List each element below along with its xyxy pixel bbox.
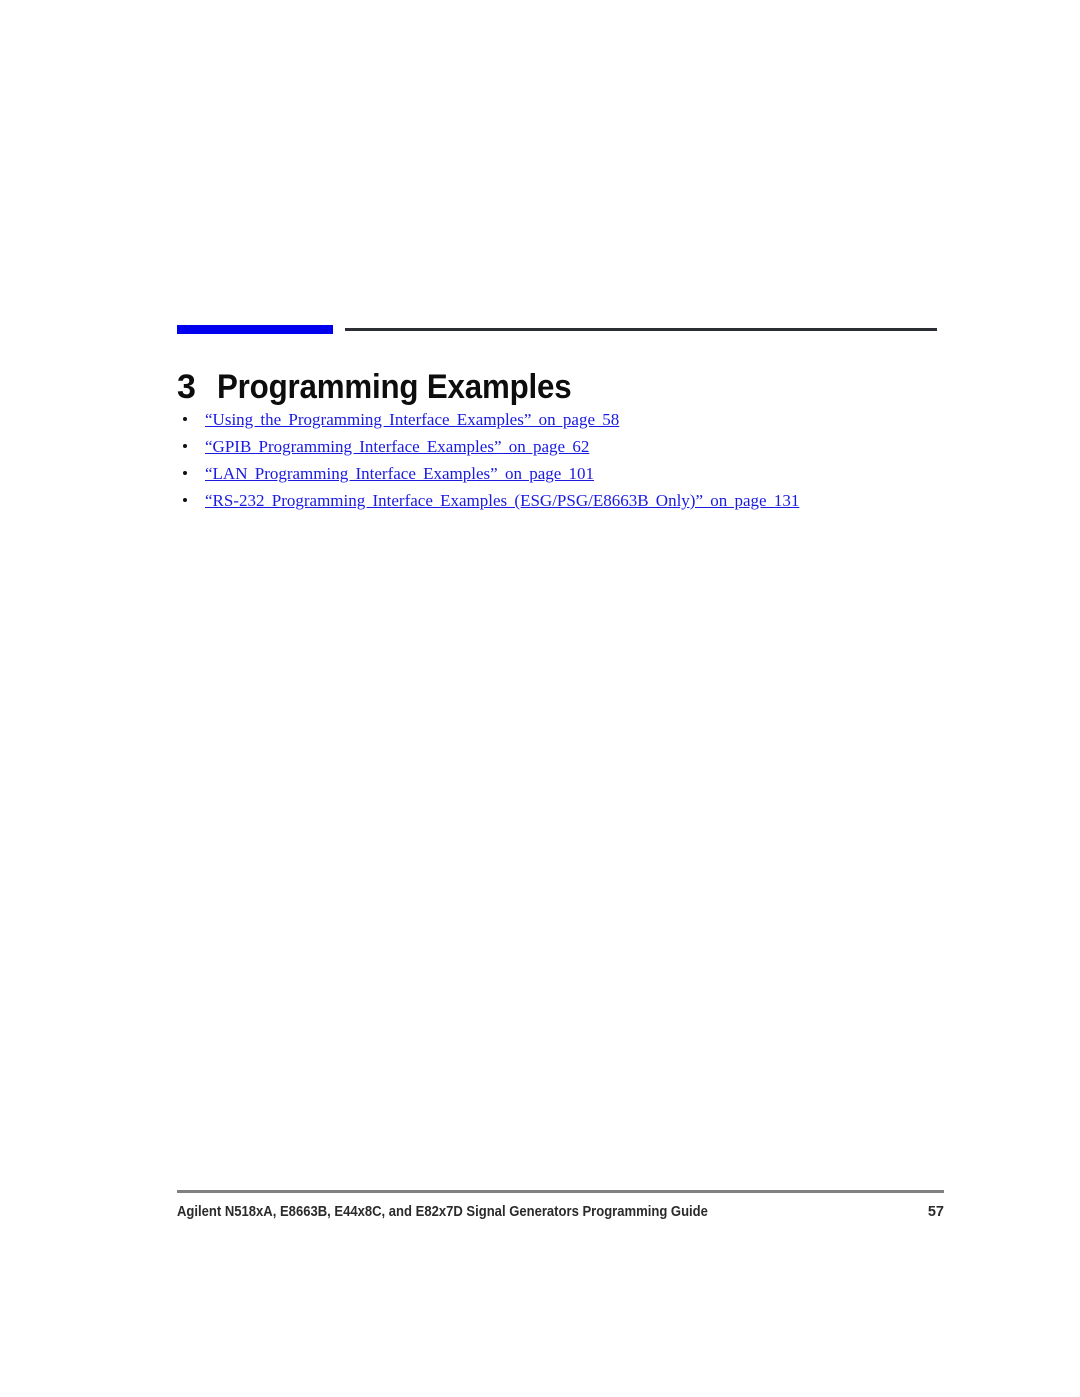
footer-title: Agilent N518xA, E8663B, E44x8C, and E82x… — [177, 1204, 708, 1220]
cross-reference-list: “Using the Programming Interface Example… — [177, 406, 977, 514]
list-item: “LAN Programming Interface Examples” on … — [177, 460, 977, 487]
bullet-icon — [183, 498, 187, 502]
chapter-title-text: Programming Examples — [217, 367, 572, 406]
page-title: 3 Programming Examples — [177, 367, 602, 407]
chapter-header-rule — [345, 328, 937, 331]
chapter-number: 3 — [177, 367, 196, 406]
list-item: “Using the Programming Interface Example… — [177, 406, 977, 433]
list-item: “RS-232 Programming Interface Examples (… — [177, 487, 977, 514]
page-footer: Agilent N518xA, E8663B, E44x8C, and E82x… — [177, 1200, 944, 1224]
page-number: 57 — [927, 1204, 944, 1220]
bullet-icon — [183, 417, 187, 421]
chapter-accent-bar — [177, 325, 333, 334]
cross-reference-link-rs232-programming-interface-examples[interactable]: “RS-232 Programming Interface Examples (… — [205, 487, 799, 514]
cross-reference-link-using-the-programming-interface-examples[interactable]: “Using the Programming Interface Example… — [205, 406, 619, 433]
bullet-icon — [183, 471, 187, 475]
bullet-icon — [183, 444, 187, 448]
list-item: “GPIB Programming Interface Examples” on… — [177, 433, 977, 460]
chapter-header-rules — [0, 322, 1080, 336]
cross-reference-link-gpib-programming-interface-examples[interactable]: “GPIB Programming Interface Examples” on… — [205, 433, 589, 460]
document-page: 3 Programming Examples “Using the Progra… — [0, 0, 1080, 1397]
cross-reference-link-lan-programming-interface-examples[interactable]: “LAN Programming Interface Examples” on … — [205, 460, 594, 487]
footer-rule — [177, 1190, 944, 1193]
